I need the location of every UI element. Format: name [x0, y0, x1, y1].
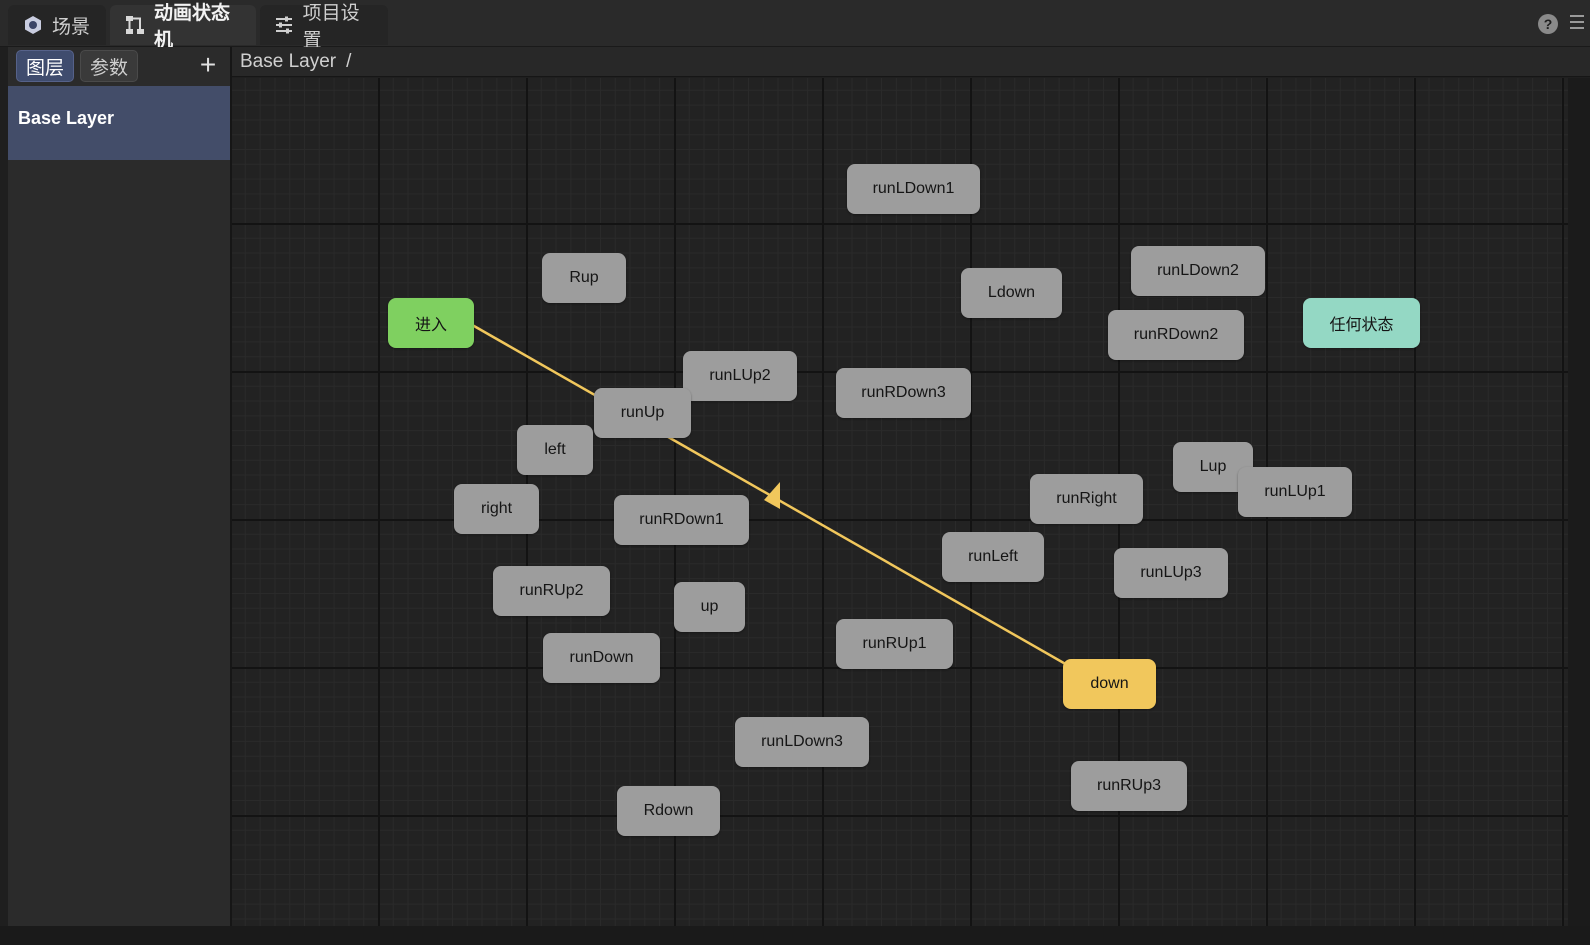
state-node[interactable]: up: [674, 582, 745, 632]
bottom-edge: [0, 926, 1590, 945]
state-node[interactable]: runRUp1: [836, 619, 953, 669]
state-node[interactable]: runUp: [594, 388, 691, 438]
any-state-node[interactable]: 任何状态: [1303, 298, 1420, 348]
tab-scene-label: 场景: [52, 16, 91, 38]
tab-state-machine-label: 动画状态机: [154, 3, 231, 51]
top-tab-bar: 场景 动画状态机 项目设置 ?: [0, 0, 1590, 51]
state-node[interactable]: runRUp3: [1071, 761, 1187, 811]
state-node[interactable]: Rdown: [617, 786, 720, 836]
scene-icon: [22, 14, 44, 36]
transition-arrow-icon: [764, 482, 780, 509]
tab-project-settings[interactable]: 项目设置: [260, 3, 388, 51]
state-node[interactable]: runLDown1: [847, 164, 980, 214]
breadcrumb-base-layer[interactable]: Base Layer: [240, 51, 336, 73]
state-node[interactable]: runLUp2: [683, 351, 797, 401]
state-node[interactable]: runDown: [543, 633, 660, 683]
tab-scene[interactable]: 场景: [8, 5, 106, 45]
entry-node[interactable]: 进入: [388, 298, 474, 348]
default-state-node[interactable]: down: [1063, 659, 1156, 709]
state-machine-icon: [124, 14, 146, 36]
state-node[interactable]: runLDown2: [1131, 246, 1265, 296]
breadcrumb: Base Layer /: [232, 47, 1590, 77]
layer-item-base-layer[interactable]: Base Layer: [8, 86, 230, 160]
tab-state-machine[interactable]: 动画状态机: [110, 3, 256, 51]
state-node[interactable]: runLUp3: [1114, 548, 1228, 598]
state-node[interactable]: runLeft: [942, 532, 1044, 582]
state-node[interactable]: runRDown2: [1108, 310, 1244, 360]
state-node[interactable]: runRUp2: [493, 566, 610, 616]
layers-panel: 图层 参数 + Base Layer: [8, 47, 232, 937]
state-node[interactable]: Ldown: [961, 268, 1062, 318]
state-node[interactable]: left: [517, 425, 593, 475]
help-icon[interactable]: ?: [1538, 14, 1558, 34]
state-node[interactable]: runRDown1: [614, 495, 749, 545]
state-node[interactable]: runRDown3: [836, 368, 971, 418]
tab-project-settings-label: 项目设置: [302, 3, 360, 51]
tab-layers[interactable]: 图层: [16, 50, 75, 82]
breadcrumb-separator: /: [346, 50, 352, 72]
state-node[interactable]: runLUp1: [1238, 467, 1352, 517]
state-machine-graph[interactable]: runLDown1 Rup Ldown runLDown2 进入 runRDow…: [232, 78, 1568, 926]
settings-sliders-icon: [274, 14, 295, 36]
tab-parameters[interactable]: 参数: [80, 50, 139, 82]
state-node[interactable]: runLDown3: [735, 717, 869, 767]
state-node[interactable]: Rup: [542, 253, 626, 303]
state-node[interactable]: runRight: [1030, 474, 1143, 524]
state-node[interactable]: right: [454, 484, 539, 534]
menu-icon[interactable]: [1570, 15, 1584, 31]
add-layer-button[interactable]: +: [194, 51, 222, 79]
canvas-right-edge: [1568, 78, 1590, 926]
